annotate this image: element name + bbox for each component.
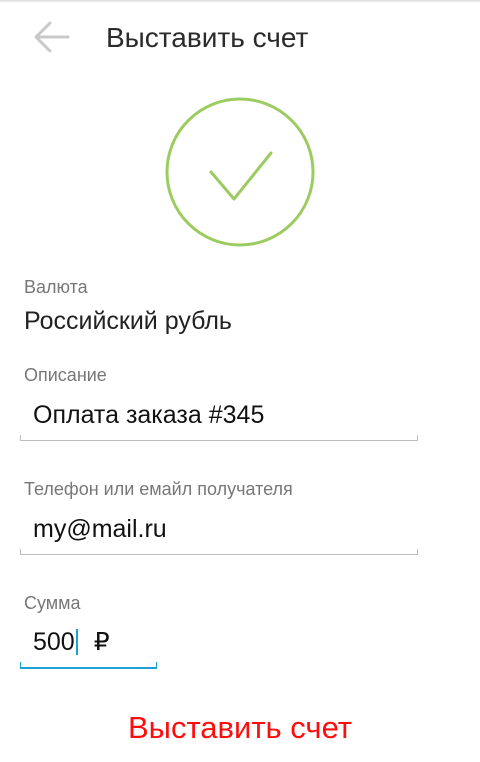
amount-field[interactable]: 500 ₽ <box>20 623 157 669</box>
description-field[interactable]: Оплата заказа #345 <box>20 395 418 441</box>
checkmark-circle-icon <box>165 97 315 247</box>
status-bar-shadow <box>0 0 480 3</box>
description-label: Описание <box>24 365 107 385</box>
page-title: Выставить счет <box>106 22 309 53</box>
amount-value: 500 <box>33 628 75 656</box>
arrow-left-icon <box>34 21 70 53</box>
back-button[interactable] <box>26 14 78 60</box>
currency-value[interactable]: Российский рубль <box>24 305 232 337</box>
currency-label: Валюта <box>24 277 88 297</box>
description-input[interactable]: Оплата заказа #345 <box>33 399 264 431</box>
amount-input[interactable]: 500 ₽ <box>33 626 110 658</box>
submit-invoice-button[interactable]: Выставить счет <box>0 704 480 752</box>
text-cursor <box>75 629 78 655</box>
recipient-field[interactable]: my@mail.ru <box>20 509 418 555</box>
ruble-sign: ₽ <box>93 627 110 656</box>
recipient-input[interactable]: my@mail.ru <box>33 513 167 545</box>
amount-label: Сумма <box>24 593 81 613</box>
recipient-label: Телефон или емайл получателя <box>24 479 293 499</box>
